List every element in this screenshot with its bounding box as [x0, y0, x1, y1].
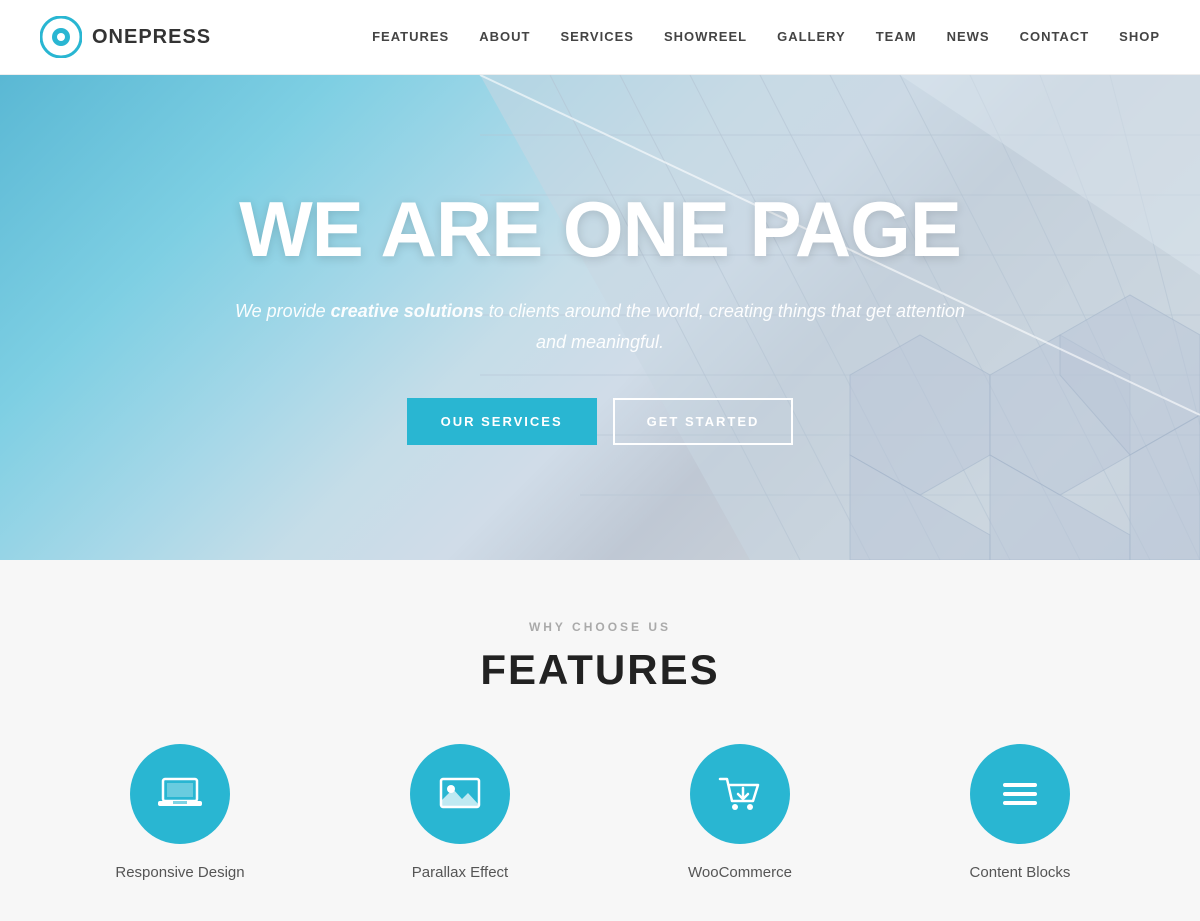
nav-link-features[interactable]: FEATURES [372, 29, 449, 44]
hero-buttons: OUR SERVICES GET STARTED [220, 398, 980, 445]
feature-item-responsive: Responsive Design [40, 744, 320, 881]
nav-item-showreel[interactable]: SHOWREEL [664, 28, 747, 46]
nav-links: FEATURES ABOUT SERVICES SHOWREEL GALLERY… [372, 28, 1160, 46]
feature-label-content-blocks: Content Blocks [970, 864, 1071, 881]
navbar: ONEPRESS FEATURES ABOUT SERVICES SHOWREE… [0, 0, 1200, 75]
features-section: WHY CHOOSE US FEATURES Responsive Design [0, 560, 1200, 921]
nav-item-about[interactable]: ABOUT [479, 28, 530, 46]
nav-item-gallery[interactable]: GALLERY [777, 28, 846, 46]
get-started-button[interactable]: GET STARTED [613, 398, 794, 445]
hero-content: WE ARE ONE PAGE We provide creative solu… [200, 190, 1000, 444]
nav-link-services[interactable]: SERVICES [560, 29, 634, 44]
hero-subtitle: We provide creative solutions to clients… [220, 296, 980, 357]
feature-label-woocommerce: WooCommerce [688, 864, 792, 881]
menu-icon [995, 769, 1045, 819]
nav-item-contact[interactable]: CONTACT [1020, 28, 1090, 46]
nav-item-features[interactable]: FEATURES [372, 28, 449, 46]
nav-item-news[interactable]: NEWS [947, 28, 990, 46]
hero-title: WE ARE ONE PAGE [220, 190, 980, 268]
image-icon [435, 769, 485, 819]
nav-link-news[interactable]: NEWS [947, 29, 990, 44]
feature-icon-parallax [410, 744, 510, 844]
logo-icon [40, 16, 82, 58]
nav-link-team[interactable]: TEAM [876, 29, 917, 44]
brand-name: ONEPRESS [92, 26, 211, 49]
laptop-icon [155, 769, 205, 819]
our-services-button[interactable]: OUR SERVICES [407, 398, 597, 445]
feature-item-content-blocks: Content Blocks [880, 744, 1160, 881]
nav-link-showreel[interactable]: SHOWREEL [664, 29, 747, 44]
feature-icon-woocommerce [690, 744, 790, 844]
nav-link-shop[interactable]: SHOP [1119, 29, 1160, 44]
feature-item-parallax: Parallax Effect [320, 744, 600, 881]
cart-icon [715, 769, 765, 819]
feature-label-responsive: Responsive Design [115, 864, 244, 881]
nav-item-shop[interactable]: SHOP [1119, 28, 1160, 46]
hero-subtitle-bold: creative solutions [331, 301, 484, 321]
nav-link-contact[interactable]: CONTACT [1020, 29, 1090, 44]
logo[interactable]: ONEPRESS [40, 16, 211, 58]
nav-link-about[interactable]: ABOUT [479, 29, 530, 44]
hero-subtitle-plain: We provide [235, 301, 331, 321]
hero-subtitle-end: to clients around the world, creating th… [484, 301, 965, 352]
feature-label-parallax: Parallax Effect [412, 864, 508, 881]
features-grid: Responsive Design Parallax Effect [40, 744, 1160, 881]
hero-section: WE ARE ONE PAGE We provide creative solu… [0, 75, 1200, 560]
nav-item-services[interactable]: SERVICES [560, 28, 634, 46]
feature-icon-responsive [130, 744, 230, 844]
features-subtitle: WHY CHOOSE US [40, 620, 1160, 634]
nav-link-gallery[interactable]: GALLERY [777, 29, 846, 44]
features-title: FEATURES [40, 646, 1160, 694]
nav-item-team[interactable]: TEAM [876, 28, 917, 46]
feature-item-woocommerce: WooCommerce [600, 744, 880, 881]
feature-icon-content-blocks [970, 744, 1070, 844]
